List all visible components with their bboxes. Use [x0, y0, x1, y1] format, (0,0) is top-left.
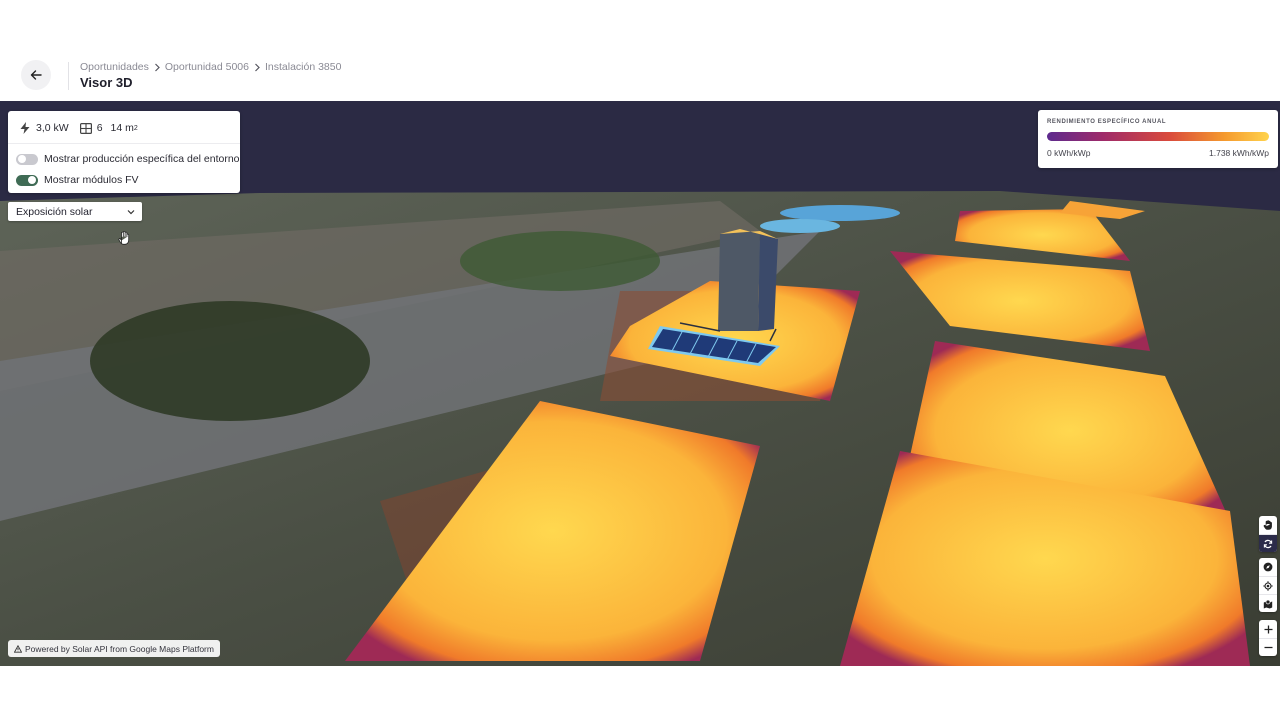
modules-stat: 6 — [79, 121, 103, 135]
modules-count: 6 — [96, 122, 103, 134]
pan-mode-button[interactable] — [1259, 516, 1277, 534]
legend-title: RENDIMIENTO ESPECÍFICO ANUAL — [1047, 119, 1167, 125]
zoom-controls — [1259, 620, 1277, 656]
navigation-mode-controls — [1259, 516, 1277, 552]
zoom-in-button[interactable] — [1259, 620, 1277, 638]
zoom-out-icon — [1264, 646, 1272, 649]
attribution-text: Powered by Solar API from Google Maps Pl… — [25, 643, 214, 654]
lightning-icon — [18, 121, 32, 135]
zoom-in-icon — [1264, 625, 1272, 633]
back-button[interactable] — [21, 60, 51, 90]
compass-icon — [1263, 562, 1273, 572]
switch-off[interactable] — [16, 153, 38, 165]
map-attribution: Powered by Solar API from Google Maps Pl… — [8, 640, 220, 657]
legend-max-label: 1.738 kWh/kWp — [1209, 148, 1269, 158]
header-divider — [68, 62, 69, 90]
locate-icon — [1263, 580, 1273, 591]
breadcrumb-instalacion[interactable]: Instalación 3850 — [265, 61, 341, 73]
arrow-left-icon — [30, 70, 42, 80]
top-header: Oportunidades Oportunidad 5006 Instalaci… — [0, 0, 1280, 101]
hand-pan-icon — [1263, 520, 1272, 530]
toggle-surroundings-production[interactable]: Mostrar producción específica del entorn… — [16, 153, 240, 165]
power-stat: 3,0 kW — [18, 121, 69, 135]
warning-icon — [14, 644, 22, 653]
layer-select[interactable]: Exposición solar — [8, 202, 142, 221]
rotate-mode-button[interactable] — [1259, 534, 1277, 552]
compass-button[interactable] — [1259, 558, 1277, 576]
breadcrumb: Oportunidades Oportunidad 5006 Instalaci… — [80, 61, 341, 73]
area-value: 14 m — [110, 122, 134, 134]
rotate-icon — [1263, 539, 1273, 548]
view-controls — [1259, 558, 1277, 612]
toggle-label: Mostrar producción específica del entorn… — [44, 153, 240, 165]
yield-legend: RENDIMIENTO ESPECÍFICO ANUAL 0 kWh/kWp 1… — [1038, 110, 1278, 168]
breadcrumb-oportunidades[interactable]: Oportunidades — [80, 61, 149, 73]
toggle-pv-modules[interactable]: Mostrar módulos FV — [16, 174, 139, 186]
toggle-label: Mostrar módulos FV — [44, 174, 139, 186]
chevron-right-icon — [253, 63, 261, 72]
chevron-right-icon — [153, 63, 161, 72]
legend-color-scale — [1047, 132, 1269, 141]
map-layers-button[interactable] — [1259, 594, 1277, 612]
area-unit-sup: 2 — [133, 124, 138, 132]
locate-button[interactable] — [1259, 576, 1277, 594]
zoom-out-button[interactable] — [1259, 638, 1277, 656]
installation-stats: 3,0 kW 6 14 m2 — [18, 121, 138, 135]
panel-divider — [8, 143, 240, 144]
hand-cursor-icon — [118, 231, 130, 250]
area-stat: 14 m2 — [111, 122, 138, 134]
solar-panel-icon — [79, 121, 93, 135]
power-value: 3,0 kW — [36, 122, 69, 134]
layer-select-value: Exposición solar — [16, 205, 93, 218]
map-layers-icon — [1263, 599, 1273, 608]
chevron-down-icon — [127, 209, 135, 214]
installation-info-panel: 3,0 kW 6 14 m2 Mostrar producción especí… — [8, 111, 240, 193]
legend-min-label: 0 kWh/kWp — [1047, 148, 1091, 158]
page-title: Visor 3D — [80, 75, 133, 90]
switch-on[interactable] — [16, 174, 38, 186]
breadcrumb-oportunidad[interactable]: Oportunidad 5006 — [165, 61, 249, 73]
